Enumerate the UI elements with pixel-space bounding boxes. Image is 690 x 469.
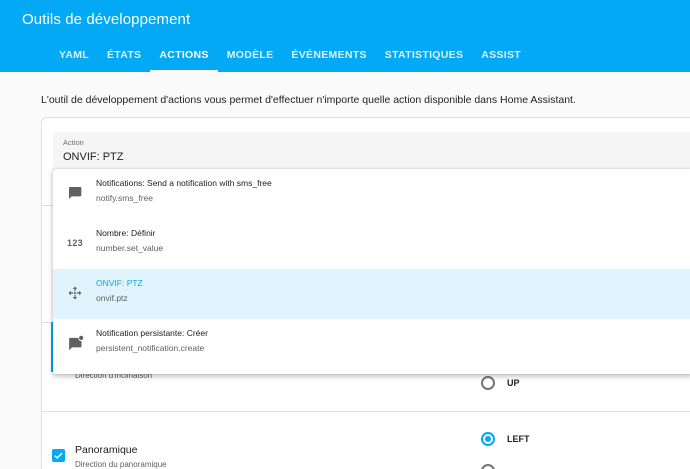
- numeric-icon: 123: [67, 238, 83, 248]
- pan-radio-left-label: LEFT: [507, 434, 530, 444]
- divider: [41, 411, 690, 412]
- tab-template[interactable]: MODÈLE: [218, 40, 283, 72]
- option-title: ONVIF: PTZ: [96, 278, 143, 288]
- action-field-value: ONVIF: PTZ: [63, 151, 124, 163]
- dropdown-option-notify-sms-free[interactable]: Notifications: Send a notification with …: [53, 169, 690, 219]
- tab-bar: YAML ÉTATS ACTIONS MODÈLE ÉVÉNEMENTS STA…: [50, 40, 530, 72]
- action-dropdown-list: Notifications: Send a notification with …: [53, 169, 690, 374]
- tilt-radio-up[interactable]: [481, 376, 495, 390]
- pan-checkbox[interactable]: [52, 449, 65, 462]
- tab-statistics[interactable]: STATISTIQUES: [376, 40, 472, 72]
- option-title: Notification persistante: Créer: [96, 328, 208, 338]
- page-title: Outils de développement: [22, 11, 191, 28]
- intro-text: L'outil de développement d'actions vous …: [41, 94, 576, 106]
- tab-events[interactable]: ÉVÉNEMENTS: [282, 40, 375, 72]
- check-icon: [54, 452, 63, 460]
- option-title: Nombre: Définir: [96, 228, 156, 238]
- dropdown-option-persistent-notification-create[interactable]: Notification persistante: Créer persiste…: [53, 319, 690, 369]
- option-id: number.set_value: [96, 243, 164, 253]
- action-select[interactable]: Action ONVIF: PTZ: [53, 132, 690, 170]
- dropdown-option-onvif-ptz[interactable]: ONVIF: PTZ onvif.ptz: [53, 269, 690, 319]
- option-title: Notifications: Send a notification with …: [96, 178, 272, 188]
- pan-arrows-icon: [65, 283, 85, 303]
- tab-actions[interactable]: ACTIONS: [150, 40, 219, 72]
- tab-states[interactable]: ÉTATS: [98, 40, 150, 72]
- message-badge-icon: [65, 333, 85, 353]
- action-field-label: Action: [63, 138, 84, 147]
- tab-yaml[interactable]: YAML: [50, 40, 98, 72]
- tilt-radio-up-label: UP: [507, 378, 520, 388]
- option-id: onvif.ptz: [96, 293, 128, 303]
- tab-assist[interactable]: ASSIST: [472, 40, 530, 72]
- message-icon: [65, 183, 85, 203]
- option-id: persistent_notification.create: [96, 343, 205, 353]
- pan-title: Panoramique: [75, 444, 138, 456]
- pan-radio-left[interactable]: [481, 432, 495, 446]
- option-id: notify.sms_free: [96, 193, 154, 203]
- app-header: Outils de développement YAML ÉTATS ACTIO…: [0, 0, 690, 72]
- pan-description: Direction du panoramique: [75, 460, 167, 469]
- dropdown-option-number-set-value[interactable]: 123 Nombre: Définir number.set_value: [53, 219, 690, 269]
